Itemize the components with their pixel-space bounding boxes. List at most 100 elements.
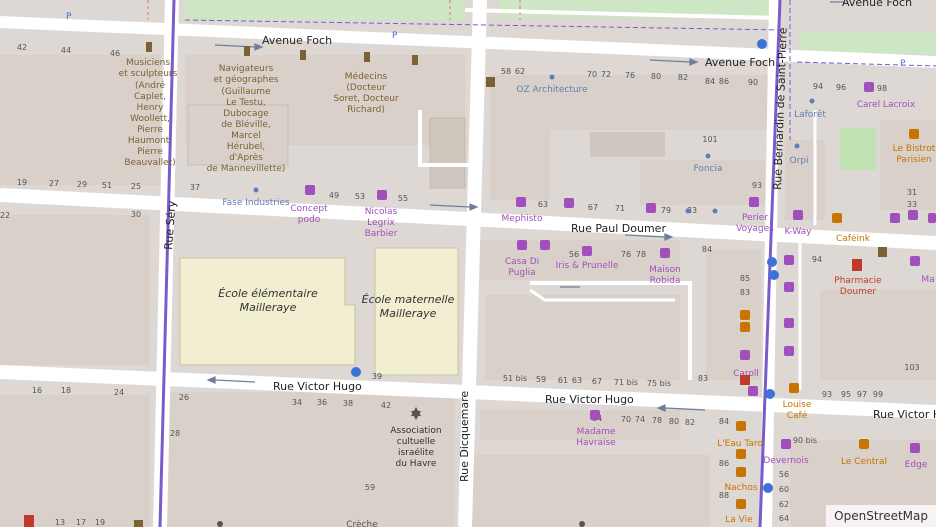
svg-text:84: 84 — [705, 77, 715, 86]
svg-text:71 bis: 71 bis — [614, 378, 638, 387]
svg-text:19: 19 — [17, 178, 27, 187]
svg-text:Caféink: Caféink — [836, 233, 871, 244]
svg-text:Le Bistrot: Le Bistrot — [893, 144, 936, 154]
svg-text:83: 83 — [740, 288, 750, 297]
street-label-top: Avenue Foch — [842, 0, 912, 9]
svg-text:K-Way: K-Way — [784, 227, 812, 237]
svg-text:Nicolas: Nicolas — [365, 207, 398, 217]
svg-text:27: 27 — [49, 179, 59, 188]
svg-text:24: 24 — [114, 388, 124, 397]
svg-text:51 bis: 51 bis — [503, 374, 527, 383]
svg-text:Carel Lacroix: Carel Lacroix — [857, 100, 916, 110]
svg-text:31: 31 — [907, 188, 917, 197]
svg-text:Pharmacie: Pharmacie — [834, 276, 882, 286]
svg-text:d'Après: d'Après — [229, 152, 263, 163]
street-label-rue-dicquemare: Rue Dicquemare — [458, 391, 471, 482]
svg-text:Edge: Edge — [905, 460, 928, 470]
svg-text:Puglia: Puglia — [508, 268, 535, 278]
svg-text:Robida: Robida — [650, 276, 681, 286]
street-label-rue-victor-hugo: Rue Victor Hugo — [273, 380, 362, 393]
svg-text:du Havre: du Havre — [396, 459, 437, 469]
svg-text:93: 93 — [752, 181, 762, 190]
svg-text:Pierre: Pierre — [137, 125, 163, 135]
svg-text:Nachos: Nachos — [724, 483, 757, 493]
svg-text:OZ Architecture: OZ Architecture — [516, 85, 588, 95]
svg-text:Hérubel,: Hérubel, — [227, 141, 265, 152]
green-strip — [185, 0, 465, 20]
svg-text:29: 29 — [77, 180, 87, 189]
svg-text:99: 99 — [873, 390, 883, 399]
svg-text:63: 63 — [572, 376, 582, 385]
svg-text:83: 83 — [698, 374, 708, 383]
svg-text:56: 56 — [569, 250, 579, 259]
svg-text:Henry: Henry — [136, 103, 164, 113]
green-strip — [800, 32, 936, 54]
svg-text:88: 88 — [719, 491, 729, 500]
svg-text:53: 53 — [355, 192, 365, 201]
street-label-avenue-foch-east: Avenue Foch — [705, 56, 775, 69]
svg-text:Le Central: Le Central — [841, 457, 887, 467]
svg-text:Association: Association — [390, 426, 441, 436]
svg-text:94: 94 — [812, 255, 822, 264]
map-view[interactable]: Avenue Foch Avenue Foch Rue Paul Doumer … — [0, 0, 936, 527]
school-elementaire-line2: Mailleraye — [240, 301, 297, 314]
street-label-avenue-foch: Avenue Foch — [262, 34, 332, 47]
svg-text:76: 76 — [625, 71, 635, 80]
svg-text:64: 64 — [779, 514, 789, 523]
svg-text:Havraise: Havraise — [576, 438, 616, 448]
svg-text:Doumer: Doumer — [840, 287, 876, 297]
svg-text:podo: podo — [298, 215, 321, 225]
svg-text:Musiciens: Musiciens — [126, 58, 170, 68]
svg-text:Concept: Concept — [290, 204, 328, 214]
svg-text:Caplet,: Caplet, — [134, 92, 166, 102]
svg-text:37: 37 — [190, 183, 200, 192]
svg-text:101: 101 — [702, 135, 717, 144]
svg-text:61: 61 — [558, 376, 568, 385]
svg-text:L'Eau Taro: L'Eau Taro — [717, 439, 763, 449]
svg-text:22: 22 — [0, 211, 10, 220]
svg-text:18: 18 — [61, 386, 71, 395]
svg-text:Louise: Louise — [783, 400, 812, 410]
svg-text:La Vie: La Vie — [725, 515, 753, 525]
svg-text:93: 93 — [822, 390, 832, 399]
svg-text:60: 60 — [779, 485, 789, 494]
svg-text:Orpi: Orpi — [790, 156, 809, 166]
svg-text:19: 19 — [95, 518, 105, 527]
svg-text:63: 63 — [538, 200, 548, 209]
svg-text:90 bis: 90 bis — [793, 436, 817, 445]
svg-text:42: 42 — [381, 401, 391, 410]
svg-text:103: 103 — [904, 363, 919, 372]
svg-text:Legrix: Legrix — [367, 218, 395, 228]
svg-text:israélite: israélite — [398, 447, 434, 458]
svg-text:70: 70 — [621, 415, 631, 424]
svg-text:Madame: Madame — [577, 427, 616, 437]
svg-text:84: 84 — [702, 245, 712, 254]
school-elementaire-line1: École élémentaire — [218, 287, 318, 300]
svg-text:Le Testu,: Le Testu, — [226, 98, 266, 108]
svg-text:62: 62 — [515, 67, 525, 76]
svg-text:96: 96 — [836, 83, 846, 92]
svg-text:67: 67 — [592, 377, 602, 386]
svg-text:cultuelle: cultuelle — [397, 437, 436, 447]
svg-text:70: 70 — [587, 70, 597, 79]
svg-text:59: 59 — [365, 483, 375, 492]
svg-text:42: 42 — [17, 43, 27, 52]
svg-text:90: 90 — [748, 78, 758, 87]
svg-text:78: 78 — [652, 416, 662, 425]
svg-text:et géographes: et géographes — [213, 74, 279, 85]
svg-text:(André: (André — [135, 80, 166, 91]
svg-text:Marcel: Marcel — [231, 131, 261, 141]
svg-text:46: 46 — [110, 49, 120, 58]
svg-text:Fase Industries: Fase Industries — [222, 198, 290, 208]
svg-text:67: 67 — [588, 203, 598, 212]
svg-text:51: 51 — [102, 181, 112, 190]
svg-text:Ma: Ma — [921, 275, 934, 285]
svg-text:84: 84 — [719, 417, 729, 426]
map-attribution[interactable]: OpenStreetMap — [826, 505, 936, 527]
svg-text:98: 98 — [877, 84, 887, 93]
svg-text:62: 62 — [779, 500, 789, 509]
svg-text:94: 94 — [813, 82, 823, 91]
map-canvas[interactable]: Avenue Foch Avenue Foch Rue Paul Doumer … — [0, 0, 936, 527]
svg-text:56: 56 — [779, 470, 789, 479]
svg-text:95: 95 — [841, 390, 851, 399]
